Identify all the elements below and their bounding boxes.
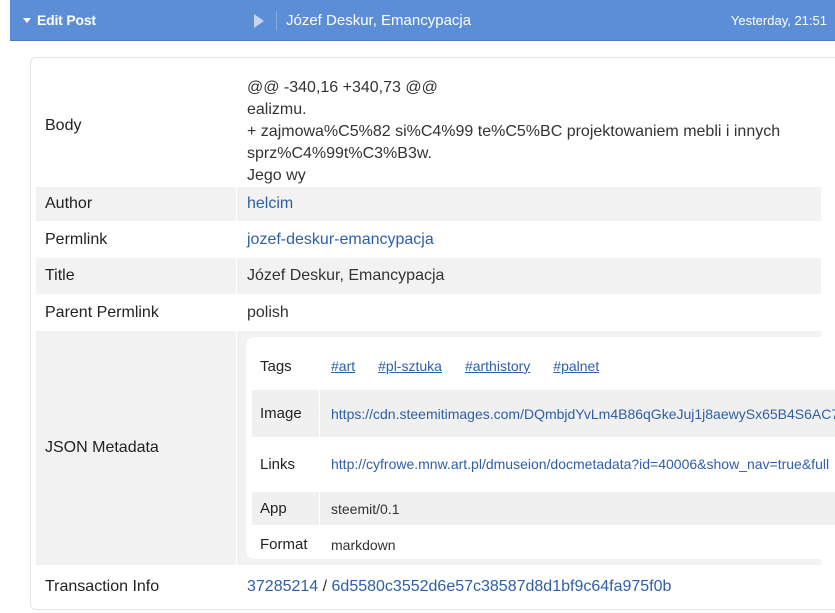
body-line: @@ -340,16 +340,73 @@: [247, 79, 438, 96]
permlink-label: Permlink: [36, 222, 237, 257]
tags-label: Tags: [252, 343, 320, 389]
tag-link[interactable]: #palnet: [553, 358, 599, 374]
metadata-row-image: Image https://cdn.steemitimages.com/DQmb…: [252, 390, 835, 437]
body-line: sprz%C4%99t%C3%B3w.: [247, 145, 432, 162]
format-value: markdown: [331, 536, 396, 553]
title-label: Title: [36, 258, 237, 294]
row-title: Title Józef Deskur, Emancypacja: [36, 258, 821, 294]
timestamp: Yesterday, 21:51: [730, 13, 827, 28]
block-number-link[interactable]: 37285214: [247, 578, 318, 596]
author-link[interactable]: helcim: [247, 195, 293, 213]
operation-details-panel: Body @@ -340,16 +340,73 @@ ealizmu. + za…: [30, 57, 835, 610]
app-value: steemit/0.1: [331, 500, 400, 517]
parent-permlink-value: polish: [247, 303, 289, 321]
body-label: Body: [36, 65, 237, 187]
tx-separator: /: [318, 578, 332, 595]
metadata-row-app: App steemit/0.1: [252, 492, 835, 525]
app-label: App: [252, 492, 320, 525]
body-line: Jego wy: [247, 167, 306, 184]
permlink-link[interactable]: jozef-deskur-emancypacja: [247, 231, 434, 249]
row-parent-permlink: Parent Permlink polish: [36, 295, 821, 330]
body-value: @@ -340,16 +340,73 @@ ealizmu. + zajmowa…: [237, 65, 821, 187]
image-label: Image: [252, 390, 320, 437]
json-metadata-label: JSON Metadata: [36, 331, 237, 565]
row-transaction-info: Transaction Info 37285214 / 6d5580c3552d…: [36, 568, 821, 606]
tag-link[interactable]: #pl-sztuka: [378, 358, 442, 374]
tag-link[interactable]: #arthistory: [465, 358, 530, 374]
body-line: + zajmowa%C5%82 si%C4%99 te%C5%BC projek…: [247, 123, 781, 140]
author-label: Author: [36, 187, 237, 221]
row-body: Body @@ -340,16 +340,73 @@ ealizmu. + za…: [36, 65, 821, 187]
transaction-info-label: Transaction Info: [36, 568, 237, 606]
body-line: ealizmu.: [247, 101, 307, 118]
parent-permlink-label: Parent Permlink: [36, 295, 237, 330]
links-url-link[interactable]: http://cyfrowe.mnw.art.pl/dmuseion/docme…: [331, 456, 829, 472]
play-icon[interactable]: [254, 14, 264, 28]
header-divider: [276, 11, 277, 30]
post-title: Józef Deskur, Emancypacja: [286, 12, 472, 29]
image-url-link[interactable]: https://cdn.steemitimages.com/DQmbjdYvLm…: [331, 406, 835, 422]
metadata-row-format: Format markdown: [252, 526, 835, 559]
edit-post-label: Edit Post: [37, 12, 96, 28]
title-value: Józef Deskur, Emancypacja: [247, 267, 445, 284]
tag-link[interactable]: #art: [331, 358, 355, 374]
row-json-metadata: JSON Metadata Tags #art #pl-sztuka #arth…: [36, 331, 835, 565]
tags-list: #art #pl-sztuka #arthistory #palnet: [320, 343, 835, 389]
format-label: Format: [252, 526, 320, 559]
links-label: Links: [252, 437, 320, 491]
transaction-hash-link[interactable]: 6d5580c3552d6e57c38587d8d1bf9c64fa975f0b: [332, 578, 672, 596]
metadata-row-tags: Tags #art #pl-sztuka #arthistory #palnet: [252, 343, 835, 389]
json-metadata-table: Tags #art #pl-sztuka #arthistory #palnet…: [246, 337, 835, 559]
row-permlink: Permlink jozef-deskur-emancypacja: [36, 222, 821, 257]
caret-down-icon[interactable]: [23, 17, 31, 23]
row-author: Author helcim: [36, 187, 821, 221]
edit-post-header[interactable]: Edit Post Józef Deskur, Emancypacja Yest…: [10, 0, 835, 41]
metadata-row-links: Links http://cyfrowe.mnw.art.pl/dmuseion…: [252, 437, 835, 491]
